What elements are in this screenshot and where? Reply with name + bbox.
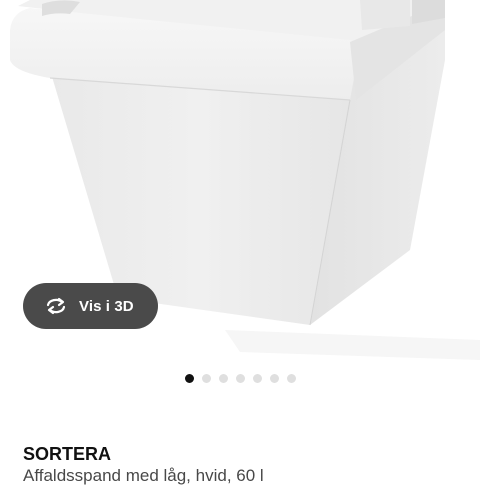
carousel-dot[interactable] [286, 374, 296, 383]
view-in-3d-button[interactable]: Vis i 3D [23, 283, 158, 329]
carousel-dot[interactable] [269, 374, 279, 383]
view-in-3d-label: Vis i 3D [79, 297, 134, 315]
image-carousel-indicator [0, 374, 480, 384]
carousel-dot[interactable] [235, 374, 245, 383]
carousel-dot[interactable] [184, 374, 194, 383]
carousel-dot[interactable] [252, 374, 262, 383]
product-description: Affaldsspand med låg, hvid, 60 l [23, 466, 264, 485]
product-name: SORTERA [23, 444, 112, 464]
carousel-dot[interactable] [218, 374, 228, 383]
rotate-3d-icon [43, 296, 69, 316]
carousel-dot[interactable] [201, 374, 211, 383]
